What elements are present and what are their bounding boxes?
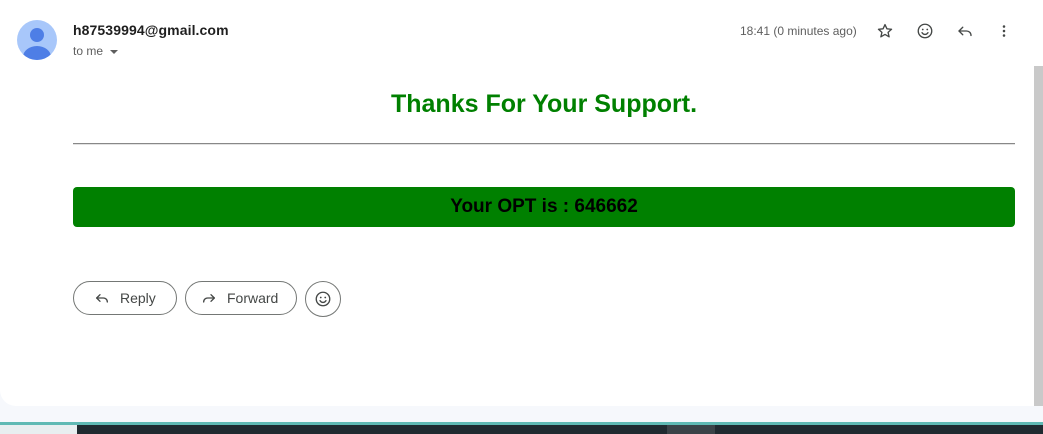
taskbar-app-button[interactable] [667,425,715,434]
recipient-label: to me [73,44,104,58]
emoji-reaction-button[interactable] [305,281,341,317]
otp-text: Your OPT is : 646662 [450,196,638,217]
avatar-head [30,28,44,42]
more-options-button[interactable] [991,18,1017,44]
caret-down-icon [110,49,119,54]
star-button[interactable] [872,18,898,44]
reply-button[interactable]: Reply [73,281,177,315]
divider [73,143,1015,145]
reply-button-label: Reply [120,290,156,306]
forward-button-label: Forward [227,290,279,306]
email-card: h87539994@gmail.com to me 18:41 (0 minut… [0,0,1043,406]
recipient-details-toggle[interactable]: to me [73,44,119,58]
reply-icon [958,26,972,37]
vertical-scrollbar[interactable] [1034,66,1043,406]
star-icon [877,23,893,38]
reply-icon [96,294,108,303]
add-reaction-button[interactable] [912,18,938,44]
email-timestamp: 18:41 (0 minutes ago) [740,24,857,38]
reply-button-header[interactable] [952,18,978,44]
otp-banner: Your OPT is : 646662 [73,187,1015,227]
os-taskbar [0,422,1043,434]
more-vert-icon [1002,25,1006,37]
taskbar-start-area[interactable] [0,425,77,434]
taskbar-accent-line [0,422,1043,425]
emoji-icon [315,291,331,307]
emoji-icon [917,23,933,39]
sender-email[interactable]: h87539994@gmail.com [73,22,229,38]
avatar-shoulders [23,46,51,60]
sender-avatar[interactable] [17,20,57,60]
email-heading: Thanks For Your Support. [390,90,698,118]
forward-button[interactable]: Forward [185,281,297,315]
forward-icon [203,294,215,303]
